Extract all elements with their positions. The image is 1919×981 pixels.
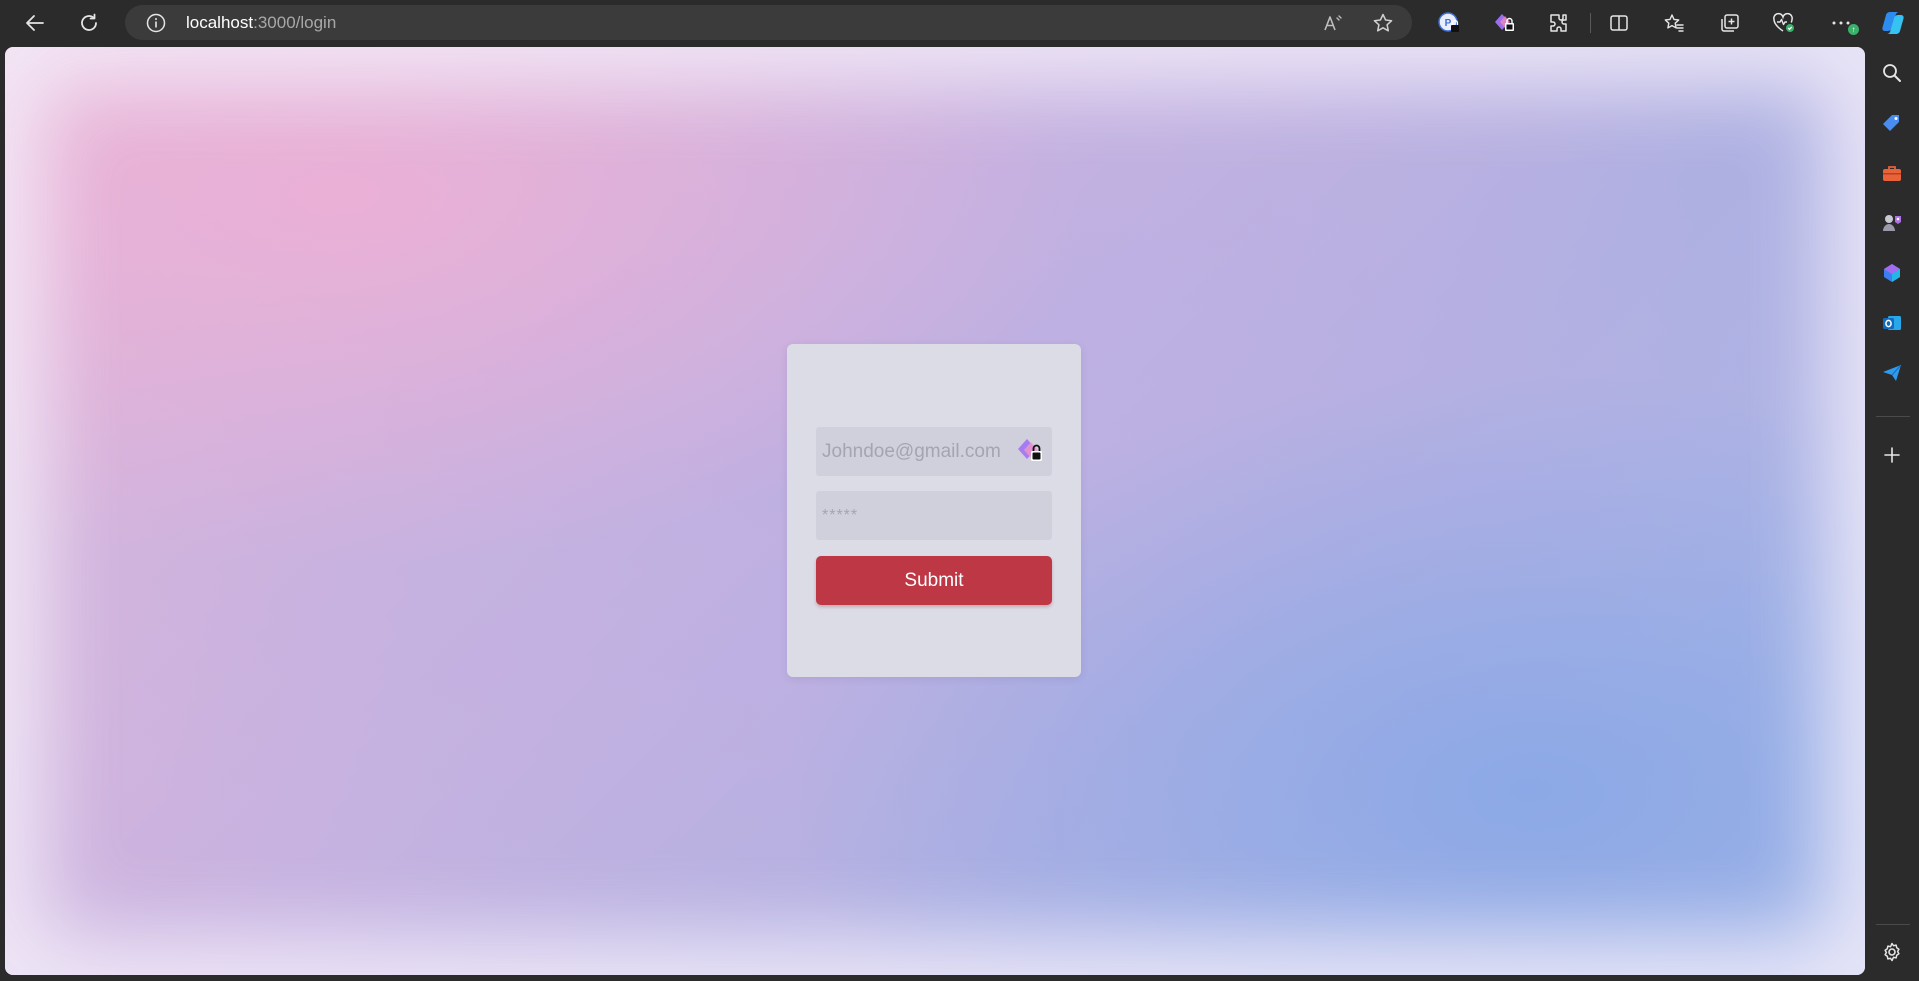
favorite-star-icon[interactable] — [1370, 10, 1396, 36]
more-icon[interactable]: ↑ — [1824, 6, 1859, 40]
send-icon[interactable] — [1875, 356, 1909, 390]
outlook-icon[interactable] — [1875, 306, 1909, 340]
favorites-icon[interactable] — [1657, 6, 1691, 40]
login-card: Johndoe@gmail.com ***** Submit — [787, 344, 1081, 677]
password-field[interactable]: ***** — [816, 491, 1052, 540]
shopping-icon[interactable] — [1875, 106, 1909, 140]
update-badge: ↑ — [1848, 24, 1859, 35]
tools-icon[interactable] — [1875, 156, 1909, 190]
games-icon[interactable] — [1875, 206, 1909, 240]
site-info-icon[interactable] — [145, 12, 167, 39]
browser-sidebar — [1866, 46, 1919, 981]
password-placeholder: ***** — [822, 506, 859, 524]
email-field[interactable]: Johndoe@gmail.com — [816, 427, 1052, 476]
email-placeholder: Johndoe@gmail.com — [822, 440, 1001, 462]
svg-text:P: P — [1445, 18, 1452, 29]
submit-button[interactable]: Submit — [816, 556, 1052, 605]
add-icon[interactable] — [1875, 438, 1909, 472]
copilot-icon[interactable] — [1876, 6, 1910, 40]
password-manager-icon[interactable]: P — [1432, 6, 1466, 40]
split-screen-icon[interactable] — [1602, 6, 1636, 40]
collections-icon[interactable] — [1713, 6, 1747, 40]
url-host: localhost — [186, 13, 254, 32]
browser-toolbar: localhost:3000/login P ↑ — [0, 0, 1919, 46]
extensions-icon[interactable] — [1541, 6, 1575, 40]
back-icon[interactable] — [18, 6, 52, 40]
address-bar[interactable]: localhost:3000/login — [125, 5, 1412, 40]
sidebar-divider — [1876, 416, 1910, 417]
toolbar-divider — [1590, 13, 1591, 33]
page-viewport: Johndoe@gmail.com ***** Submit — [5, 47, 1865, 975]
refresh-icon[interactable] — [72, 6, 106, 40]
read-aloud-icon[interactable] — [1320, 10, 1346, 36]
sidebar-divider-bottom — [1876, 924, 1910, 925]
settings-icon[interactable] — [1875, 935, 1909, 969]
url-path: :3000/login — [253, 13, 337, 32]
url-text: localhost:3000/login — [186, 13, 336, 33]
password-manager-autofill-icon[interactable] — [1016, 436, 1046, 466]
search-icon[interactable] — [1875, 56, 1909, 90]
copilot-sidebar-icon[interactable] — [1875, 256, 1909, 290]
browser-essentials-icon[interactable] — [1767, 6, 1801, 40]
password-lock-icon[interactable] — [1487, 6, 1521, 40]
